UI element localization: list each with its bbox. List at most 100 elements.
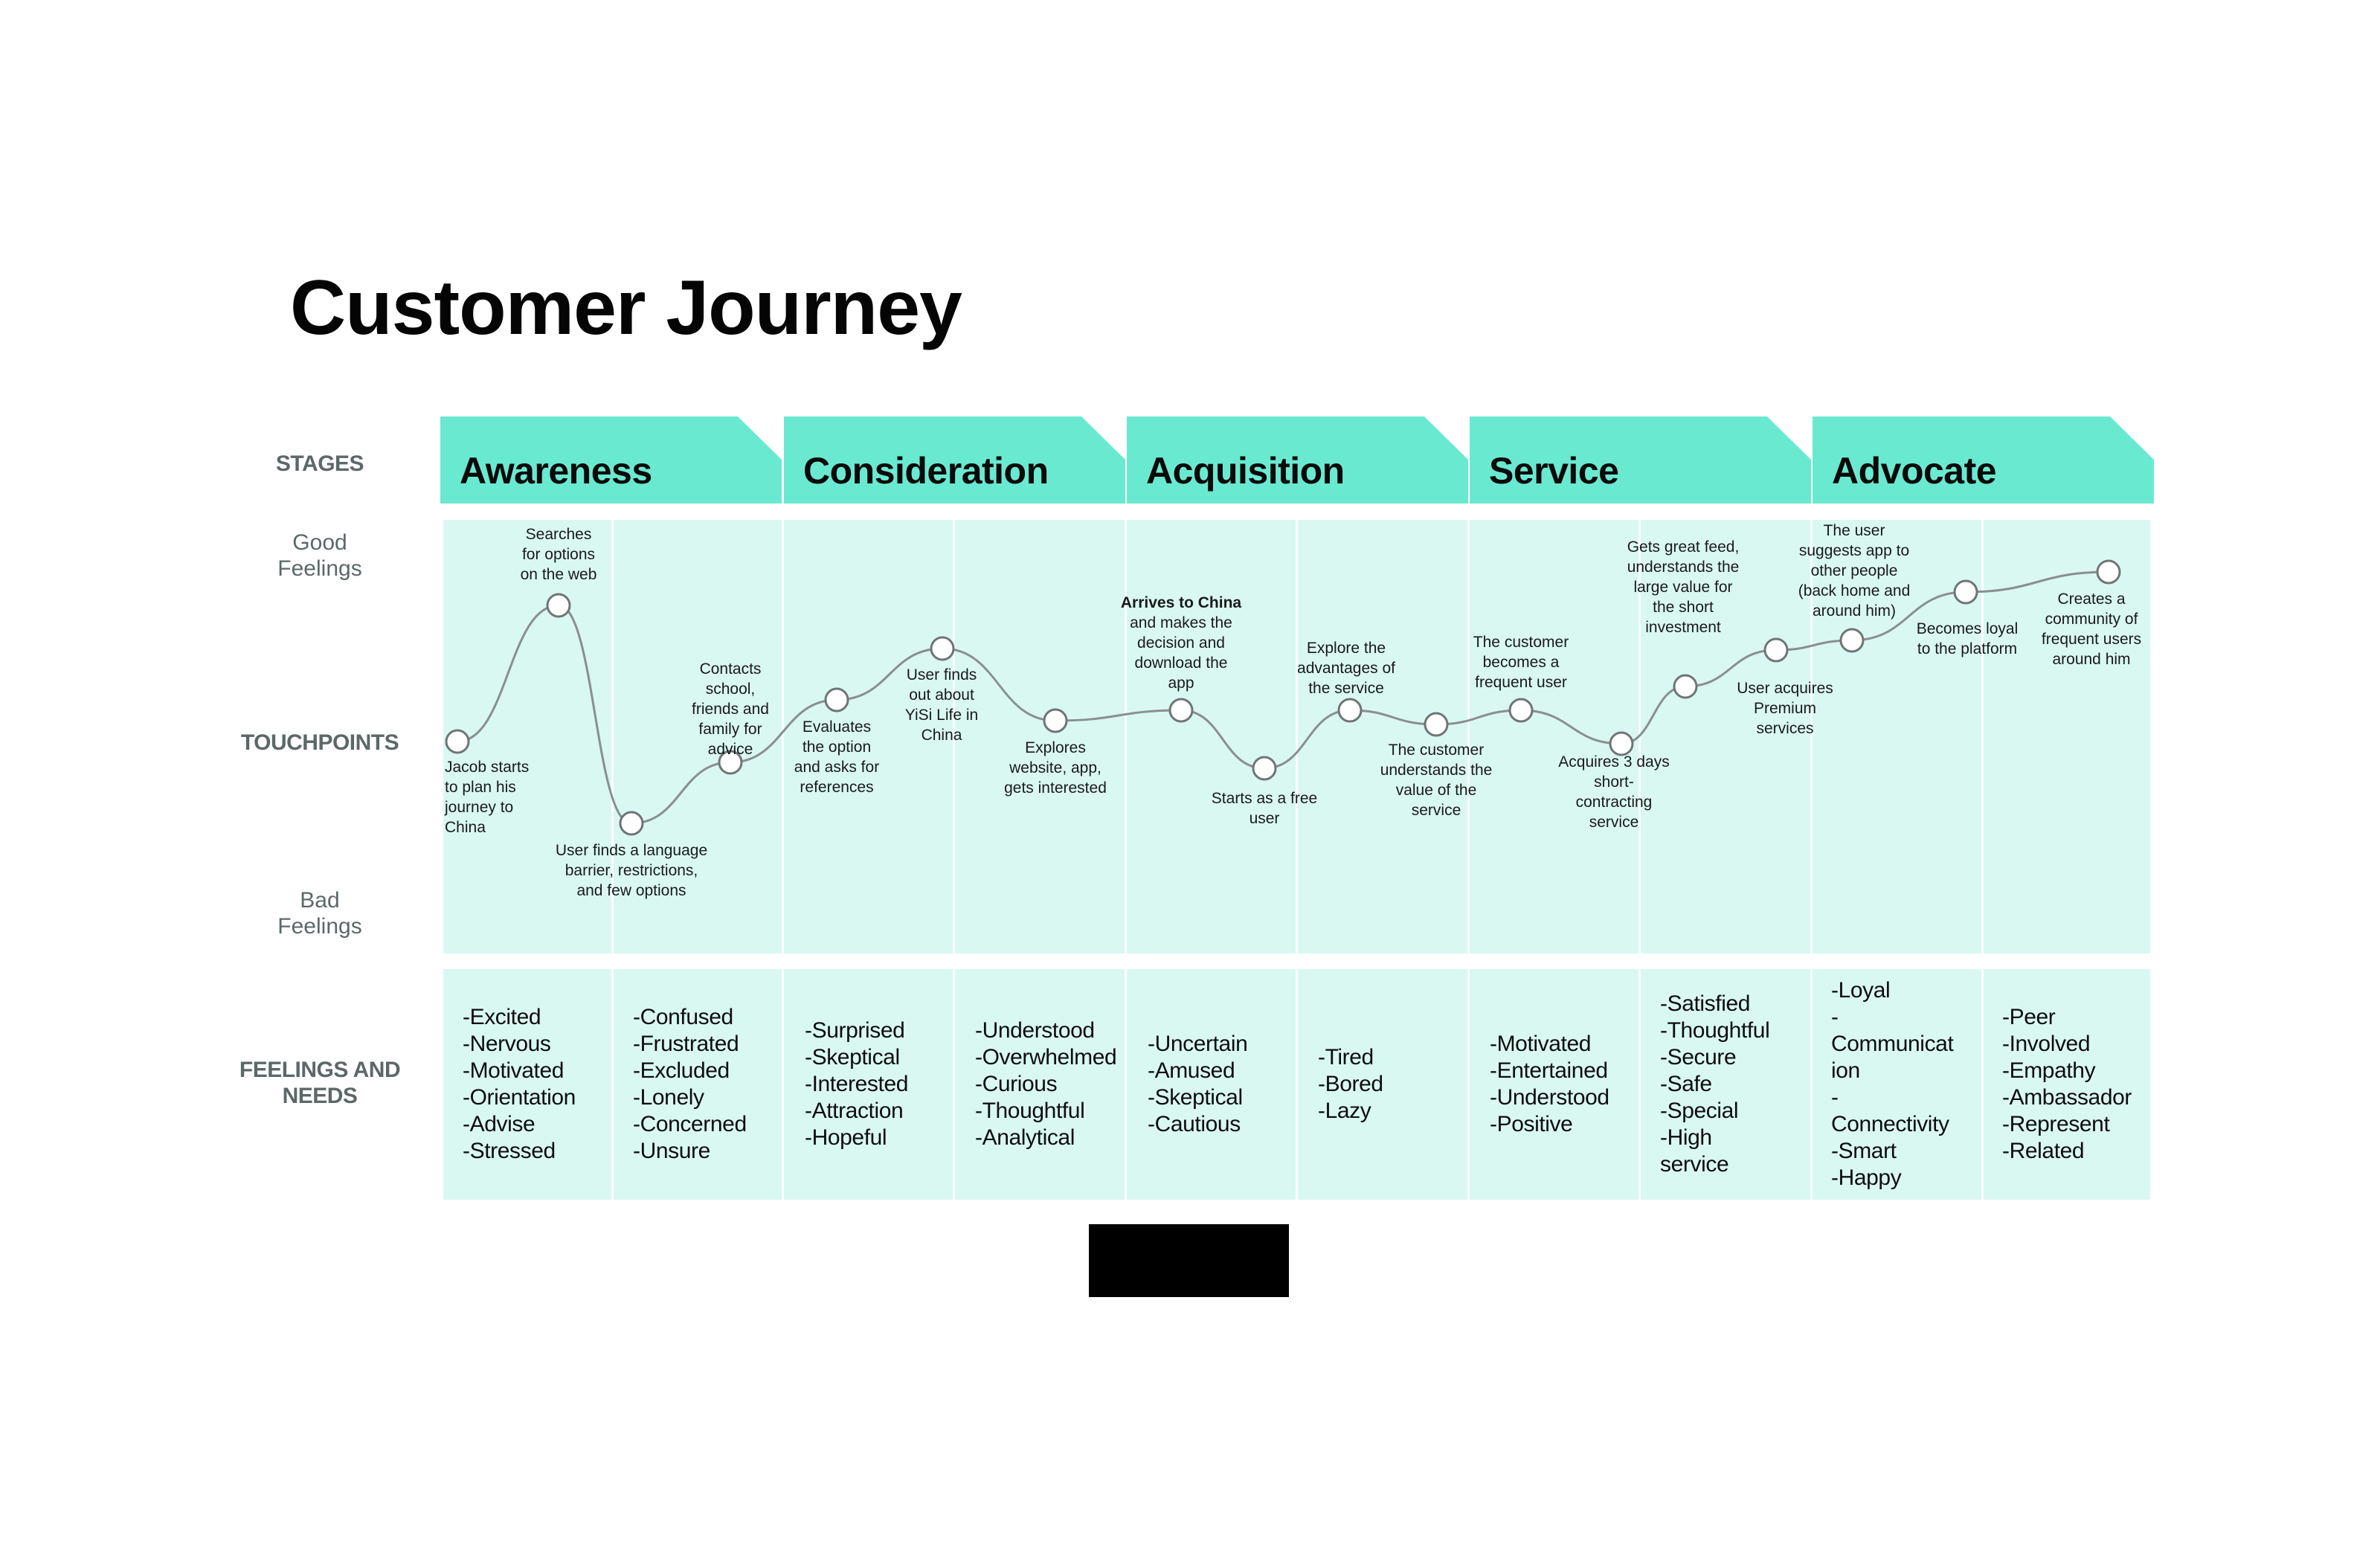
feeling-item: -Thoughtful	[975, 1099, 1085, 1123]
feeling-item: -Amused	[1148, 1058, 1235, 1083]
column-divider	[782, 520, 784, 953]
touchpoint-label-16: The user suggests app to other people (back…	[1798, 522, 1911, 620]
touchpoint-label-7: Explores website, app, gets interested	[1004, 739, 1107, 797]
row-label-stages: STAGES	[275, 451, 364, 476]
feeling-item: Connectivity	[1831, 1112, 1949, 1136]
feeling-item: -Unsure	[633, 1139, 710, 1163]
touchpoint-label-5: Evaluates the option and asks for reference…	[794, 718, 880, 796]
touchpoint-label-9: Starts as a free user	[1211, 790, 1318, 827]
feeling-item: -Motivated	[463, 1058, 565, 1083]
stage-header-awareness: Awareness	[440, 416, 782, 504]
feeling-item: -Thoughtful	[1660, 1018, 1770, 1043]
feeling-item: -Nervous	[463, 1032, 551, 1056]
stage-label: Consideration	[803, 450, 1049, 492]
feeling-item: -Peer	[2002, 1005, 2056, 1029]
feeling-item: -Excluded	[633, 1058, 730, 1083]
feeling-item: -Empathy	[2002, 1058, 2096, 1083]
feeling-item: -Special	[1660, 1099, 1739, 1123]
column-divider	[782, 969, 784, 1200]
feeling-item: -Stressed	[463, 1139, 556, 1163]
feelings-col-8: -Satisfied -Thoughtful -Secure -Safe -Specia…	[1660, 969, 1770, 1200]
feeling-item: -High	[1660, 1125, 1712, 1150]
feelings-col-7: -Motivated -Entertained -Understood -Positi…	[1490, 969, 1609, 1200]
touchpoint-label-2: Searches for options on the web	[520, 526, 597, 583]
touchpoint-label-17: Becomes loyal to the platform	[1916, 620, 2019, 657]
feeling-item: -Skeptical	[805, 1045, 900, 1070]
touchpoint-label-12: The customer becomes a frequent user	[1473, 634, 1569, 691]
feeling-item: -Attraction	[805, 1099, 904, 1123]
feeling-item: -Analytical	[975, 1125, 1075, 1150]
touchpoint-label-8: Arrives to China and makes the decision an…	[1120, 594, 1242, 692]
touchpoint-label-18: Creates a community of frequent users aroun…	[2041, 591, 2142, 668]
touchpoint-label-15: User acquires Premium services	[1737, 680, 1833, 737]
touchpoint-label-10: Explore the advantages of the service	[1297, 640, 1395, 697]
feeling-item: -	[1831, 1005, 1839, 1029]
feelings-col-3: -Surprised -Skeptical -Interested -Attracti…	[805, 969, 908, 1200]
column-divider	[953, 969, 955, 1200]
feelings-col-9: -Loyal - Communicat ion - Connectivity -Smart -…	[1831, 969, 1954, 1200]
feeling-item: -Involved	[2002, 1032, 2091, 1056]
feeling-item: -Smart	[1831, 1139, 1897, 1163]
feeling-item: -Tired	[1318, 1045, 1374, 1070]
feeling-item: ion	[1831, 1058, 1860, 1083]
row-label-good-feelings-line1: Good	[292, 530, 347, 555]
stage-label: Advocate	[1832, 450, 1997, 492]
column-divider	[1467, 969, 1470, 1200]
feeling-item: -Entertained	[1490, 1058, 1608, 1083]
feeling-item: -Happy	[1831, 1165, 1902, 1190]
feeling-item: -Positive	[1490, 1112, 1573, 1136]
feelings-col-5: -Uncertain -Amused -Skeptical -Cautious	[1148, 969, 1248, 1200]
feeling-item: -Motivated	[1490, 1032, 1592, 1056]
feeling-item: -Cautious	[1148, 1112, 1241, 1136]
feeling-item: -Skeptical	[1148, 1085, 1243, 1110]
feeling-item: -Satisfied	[1660, 991, 1751, 1016]
feeling-item: -Curious	[975, 1072, 1058, 1096]
stage-header-acquisition: Acquisition	[1127, 416, 1468, 504]
row-label-bad-feelings-line1: Bad	[300, 888, 340, 913]
row-label-touchpoints: TOUCHPOINTS	[240, 730, 399, 755]
feelings-col-2: -Confused -Frustrated -Excluded -Lonely -Con…	[633, 969, 747, 1200]
row-label-feelings-and-needs: FEELINGS AND NEEDS	[223, 1057, 416, 1109]
feelings-col-1: -Excited -Nervous -Motivated -Orientation -A…	[463, 969, 576, 1200]
row-label-feelings-line2: NEEDS	[282, 1084, 358, 1108]
feeling-item: -Understood	[1490, 1085, 1609, 1110]
column-divider	[1125, 520, 1127, 953]
feeling-item: -	[1831, 1085, 1839, 1110]
row-label-good-feelings: Good Feelings	[223, 530, 416, 582]
feeling-item: Communicat	[1831, 1032, 1954, 1056]
feeling-item: -Orientation	[463, 1085, 576, 1110]
row-label-feelings-line1: FEELINGS AND	[239, 1058, 401, 1082]
column-divider	[611, 969, 614, 1200]
feeling-item: -Concerned	[633, 1112, 747, 1136]
feelings-col-6: -Tired -Bored -Lazy	[1318, 969, 1383, 1200]
feeling-item: -Safe	[1660, 1072, 1712, 1096]
feeling-item: -Related	[2002, 1139, 2085, 1163]
feeling-item: -Surprised	[805, 1018, 905, 1043]
feeling-item: -Hopeful	[805, 1125, 887, 1150]
column-divider	[1638, 969, 1641, 1200]
stage-label: Awareness	[460, 450, 652, 492]
feeling-item: -Lazy	[1318, 1099, 1371, 1123]
feeling-item: -Ambassador	[2002, 1085, 2132, 1110]
touchpoint-label-3: User finds a language barrier, restrictio…	[555, 842, 708, 899]
touchpoint-label-11: The customer understands the value of the s…	[1380, 742, 1493, 819]
feeling-item: service	[1660, 1152, 1729, 1177]
feeling-item: -Advise	[463, 1112, 536, 1136]
feelings-col-4: -Understood -Overwhelmed -Curious -Thoughtf…	[975, 969, 1117, 1200]
touchpoint-label-1: Jacob starts to plan his journey to China	[445, 759, 530, 836]
stage-label: Acquisition	[1146, 450, 1345, 492]
feeling-item: -Uncertain	[1148, 1032, 1248, 1056]
redacted-block	[1089, 1224, 1289, 1297]
row-label-good-feelings-line2: Feelings	[277, 556, 362, 581]
touchpoint-label-6: User finds out about YiSi Life in China	[904, 666, 979, 744]
feeling-item: -Loyal	[1831, 978, 1891, 1003]
stage-header-advocate: Advocate	[1813, 416, 2154, 504]
feeling-item: -Represent	[2002, 1112, 2110, 1136]
touchpoint-label-4: Contacts school, friends and family for advi…	[692, 660, 769, 758]
feeling-item: -Frustrated	[633, 1032, 739, 1056]
column-divider	[1810, 969, 1813, 1200]
column-divider	[1981, 520, 1984, 953]
feeling-item: -Interested	[805, 1072, 909, 1096]
page-title: Customer Journey	[290, 265, 962, 351]
feeling-item: -Understood	[975, 1018, 1095, 1043]
